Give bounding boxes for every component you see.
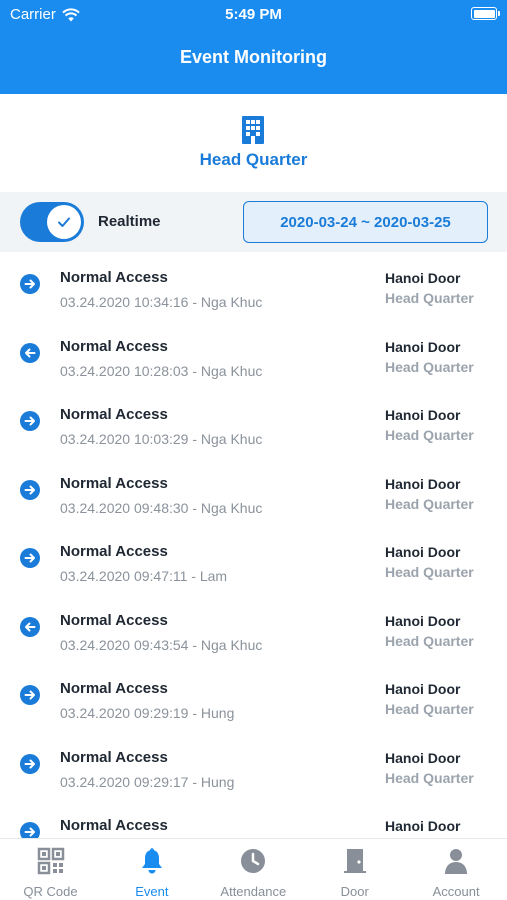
- tab-qr-code[interactable]: QR Code: [0, 839, 101, 900]
- tab-label: QR Code: [23, 884, 78, 899]
- site-name: Head Quarter: [199, 150, 308, 169]
- event-row[interactable]: Normal Access 03.24.2020 09:29:17 - Hung H…: [0, 732, 507, 801]
- entry-arrow-icon: [20, 548, 40, 568]
- event-meta: 03.24.2020 09:29:19 - Hung: [60, 705, 235, 721]
- event-row[interactable]: Normal Access 03.24.2020 09:48:30 - Nga K…: [0, 458, 507, 527]
- event-type: Normal Access: [60, 474, 168, 492]
- tab-account[interactable]: Account: [406, 839, 507, 900]
- door-name: Hanoi Door: [385, 475, 461, 492]
- event-list: Normal Access 03.24.2020 10:34:16 - Nga K…: [0, 252, 507, 838]
- door-name: Hanoi Door: [385, 749, 461, 766]
- door-site: Head Quarter: [385, 495, 474, 512]
- door-icon: [339, 847, 370, 875]
- checkmark-icon: [58, 217, 70, 227]
- toggle-knob: [47, 205, 81, 239]
- event-type: Normal Access: [60, 680, 168, 697]
- door-name: Hanoi Door: [385, 407, 461, 423]
- exit-arrow-icon: [20, 342, 40, 363]
- entry-arrow-icon: [20, 685, 40, 705]
- event-type: Normal Access: [60, 269, 168, 286]
- door-site: Head Quarter: [385, 358, 474, 375]
- entry-arrow-icon: [20, 274, 40, 294]
- event-meta: 03.24.2020 09:47:11 - Lam: [60, 568, 228, 584]
- event-type: Normal Access: [60, 406, 168, 423]
- entry-arrow-icon: [20, 479, 40, 500]
- tab-attendance[interactable]: Attendance: [203, 839, 304, 900]
- event-type: Normal Access: [60, 611, 168, 629]
- date-range-button[interactable]: 2020-03-24 ~ 2020-03-25: [243, 201, 488, 243]
- site-selector[interactable]: Head Quarter: [0, 94, 507, 192]
- entry-arrow-icon: [20, 822, 40, 838]
- tab-event[interactable]: Event: [101, 839, 202, 900]
- door-name: Hanoi Door: [385, 270, 461, 286]
- filter-bar: Realtime 2020-03-24 ~ 2020-03-25: [0, 192, 507, 252]
- event-meta: 03.24.2020 10:34:16 - Nga Khuc: [60, 294, 263, 310]
- door-name: Hanoi Door: [385, 612, 461, 629]
- entry-arrow-icon: [20, 753, 40, 774]
- door-site: Head Quarter: [385, 632, 474, 649]
- tab-label: Attendance: [220, 884, 287, 899]
- clock-icon: [238, 847, 269, 875]
- event-meta: 03.24.2020 10:28:03 - Nga Khuc: [60, 362, 263, 379]
- event-meta: 03.24.2020 09:48:30 - Nga Khuc: [60, 499, 263, 516]
- door-name: Hanoi Door: [385, 338, 461, 355]
- building-icon: [242, 116, 264, 144]
- event-type: Normal Access: [60, 337, 168, 355]
- exit-arrow-icon: [20, 616, 40, 637]
- tab-bar: QR Code Event Attendance Door Account: [0, 838, 507, 900]
- event-meta: 03.24.2020 09:29:17 - Hung: [60, 773, 235, 790]
- event-row[interactable]: Normal Access 03.24.2020 10:28:03 - Nga K…: [0, 321, 507, 390]
- app-header: Carrier 5:49 PM Event Monitoring: [0, 0, 507, 94]
- event-row[interactable]: Normal Access 03.24.2020 09:29:19 - Hung H…: [0, 663, 507, 732]
- event-row[interactable]: Normal Access 03.24.2020 09:43:54 - Nga K…: [0, 595, 507, 664]
- battery-icon: [471, 7, 500, 20]
- event-meta: 03.24.2020 10:03:29 - Nga Khuc: [60, 431, 263, 447]
- door-name: Hanoi Door: [385, 818, 461, 834]
- bell-icon: [136, 847, 167, 875]
- event-row[interactable]: Normal Access 03.24.2020 10:34:16 - Nga K…: [0, 252, 507, 321]
- status-bar: Carrier 5:49 PM: [0, 0, 507, 28]
- realtime-label: Realtime: [98, 213, 161, 230]
- door-name: Hanoi Door: [385, 681, 461, 697]
- account-icon: [441, 847, 472, 875]
- door-site: Head Quarter: [385, 701, 474, 717]
- door-site: Head Quarter: [385, 290, 474, 306]
- event-type: Normal Access: [60, 543, 168, 560]
- realtime-toggle[interactable]: [20, 202, 84, 242]
- tab-label: Event: [135, 884, 169, 899]
- entry-arrow-icon: [20, 411, 40, 431]
- event-type: Normal Access: [60, 748, 168, 766]
- door-name: Hanoi Door: [385, 544, 461, 560]
- event-row[interactable]: Normal Access 03.24.2020 09:47:11 - Lam Ha…: [0, 526, 507, 595]
- clock-time: 5:49 PM: [225, 6, 282, 23]
- tab-door[interactable]: Door: [304, 839, 405, 900]
- event-type: Normal Access: [60, 817, 168, 834]
- event-row[interactable]: Normal Access Hanoi Door: [0, 800, 507, 838]
- door-site: Head Quarter: [385, 564, 474, 580]
- event-row[interactable]: Normal Access 03.24.2020 10:03:29 - Nga K…: [0, 389, 507, 458]
- qr-code-icon: [35, 847, 66, 875]
- tab-label: Account: [432, 884, 480, 899]
- tab-label: Door: [340, 884, 369, 899]
- page-title: Event Monitoring: [180, 47, 327, 67]
- door-site: Head Quarter: [385, 427, 474, 443]
- event-meta: 03.24.2020 09:43:54 - Nga Khuc: [60, 636, 263, 653]
- door-site: Head Quarter: [385, 769, 474, 786]
